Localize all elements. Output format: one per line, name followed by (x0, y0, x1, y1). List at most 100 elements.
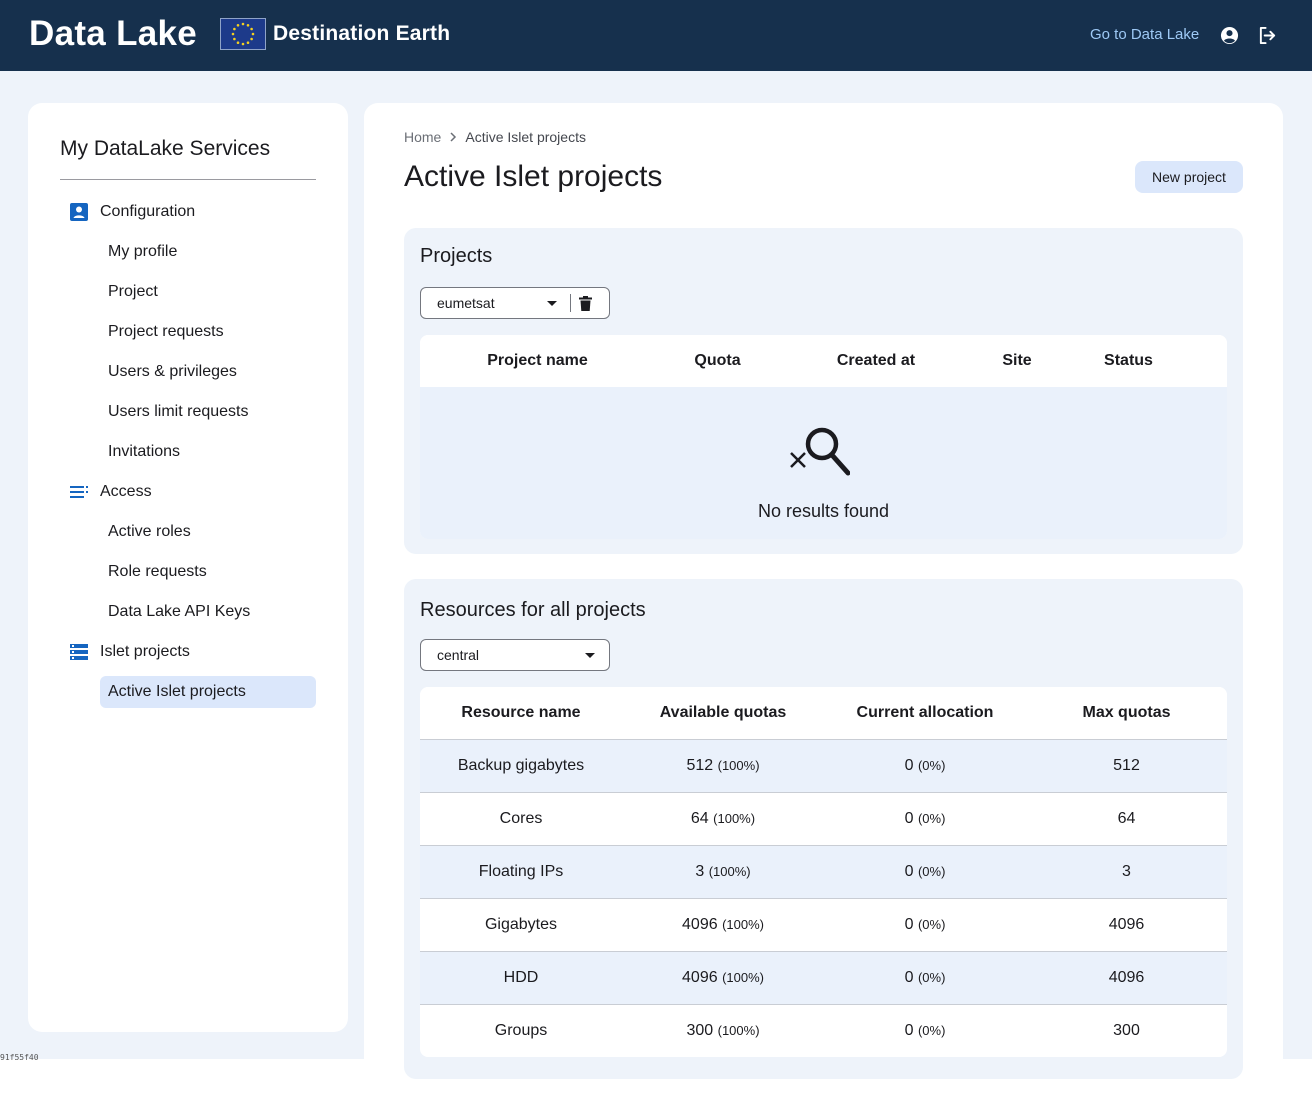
account-box-icon (68, 201, 90, 223)
resource-rows: Backup gigabytes 512 (100%) 0 (0%) 512 Cores… (420, 739, 1227, 1057)
projects-table: Project name Quota Created at Site Statu… (420, 335, 1227, 539)
resources-title: Resources for all projects (420, 599, 646, 621)
nav-group-label: Configuration (100, 203, 196, 220)
current-value: 0 (904, 916, 914, 933)
resource-name-cell: Backup gigabytes (420, 757, 622, 775)
resources-table: Resource name Available quotas Current a… (420, 687, 1227, 1057)
nav-group-label: Access (100, 483, 152, 500)
table-row: Gigabytes 4096 (100%) 0 (0%) 4096 (420, 898, 1227, 951)
col-current-allocation[interactable]: Current allocation (824, 704, 1026, 722)
resource-site-select[interactable]: central (420, 639, 610, 671)
new-project-button[interactable]: New project (1135, 161, 1243, 193)
trash-icon[interactable] (579, 295, 592, 311)
current-cell: 0 (0%) (824, 969, 1026, 987)
breadcrumb-home[interactable]: Home (404, 129, 441, 145)
sidebar-item-active-roles[interactable]: Active roles (100, 516, 316, 548)
col-available-quotas[interactable]: Available quotas (622, 704, 824, 722)
col-max-quotas[interactable]: Max quotas (1026, 704, 1227, 722)
table-list-icon (68, 641, 90, 663)
table-row: Cores 64 (100%) 0 (0%) 64 (420, 792, 1227, 845)
available-value: 3 (695, 863, 705, 880)
max-cell: 4096 (1026, 916, 1227, 934)
max-value: 512 (1113, 757, 1140, 774)
table-row: HDD 4096 (100%) 0 (0%) 4096 (420, 951, 1227, 1004)
max-value: 4096 (1108, 969, 1145, 986)
sidebar-item-active-islet-projects[interactable]: Active Islet projects (100, 676, 316, 708)
max-cell: 512 (1026, 757, 1227, 775)
available-value: 4096 (682, 916, 718, 933)
nav-group-access[interactable]: Access (68, 481, 152, 503)
current-percent: (0%) (917, 811, 946, 826)
available-percent: (100%) (722, 917, 764, 932)
brand-title[interactable]: Data Lake (29, 14, 197, 54)
col-project-name[interactable]: Project name (420, 352, 655, 370)
resource-name-cell: Groups (420, 1022, 622, 1040)
sidebar-item-role-requests[interactable]: Role requests (100, 556, 316, 588)
select-divider (570, 294, 571, 312)
resource-name: HDD (503, 969, 539, 986)
select-value: eumetsat (437, 295, 495, 311)
sidebar-item-project-requests[interactable]: Project requests (100, 316, 316, 348)
available-value: 4096 (682, 969, 718, 986)
nav-group-label: Islet projects (100, 643, 190, 660)
col-created-at[interactable]: Created at (780, 352, 972, 370)
logout-icon[interactable] (1257, 25, 1277, 45)
breadcrumb-current: Active Islet projects (465, 129, 586, 145)
available-percent: (100%) (717, 1023, 760, 1038)
available-cell: 64 (100%) (622, 810, 824, 828)
sidebar-item-users-privileges[interactable]: Users & privileges (100, 356, 316, 388)
col-status[interactable]: Status (1062, 352, 1195, 370)
resource-name-cell: Gigabytes (420, 916, 622, 934)
list-icon (68, 481, 90, 503)
build-id: 91f55f40 (0, 1053, 39, 1062)
current-value: 0 (904, 810, 914, 827)
available-value: 64 (690, 810, 709, 827)
current-value: 0 (904, 1022, 914, 1039)
current-percent: (0%) (917, 917, 946, 932)
caret-down-icon (547, 300, 557, 306)
sidebar-item-users-limit-requests[interactable]: Users limit requests (100, 396, 316, 428)
sidebar: My DataLake Services Configuration My pr… (28, 103, 348, 1032)
table-row: Backup gigabytes 512 (100%) 0 (0%) 512 (420, 739, 1227, 792)
chevron-right-icon (449, 132, 457, 142)
available-percent: (100%) (722, 970, 764, 985)
max-value: 64 (1117, 810, 1136, 827)
sidebar-item-invitations[interactable]: Invitations (100, 436, 316, 468)
logo-text: Destination Earth (273, 22, 451, 45)
sidebar-divider (60, 179, 316, 180)
col-resource-name[interactable]: Resource name (420, 704, 622, 722)
current-value: 0 (904, 757, 914, 774)
col-quota[interactable]: Quota (655, 352, 780, 370)
go-to-data-lake-link[interactable]: Go to Data Lake (1090, 26, 1199, 43)
current-cell: 0 (0%) (824, 810, 1026, 828)
current-percent: (0%) (917, 970, 946, 985)
sidebar-item-project[interactable]: Project (100, 276, 316, 308)
resource-name-cell: HDD (420, 969, 622, 987)
resource-name-cell: Floating IPs (420, 863, 622, 881)
max-cell: 4096 (1026, 969, 1227, 987)
available-cell: 4096 (100%) (622, 969, 824, 987)
resources-card: Resources for all projects central Resou… (404, 579, 1243, 1079)
available-percent: (100%) (717, 758, 760, 773)
nav-group-configuration[interactable]: Configuration (68, 201, 195, 223)
max-cell: 3 (1026, 863, 1227, 881)
table-header: Project name Quota Created at Site Statu… (420, 335, 1227, 387)
resource-name: Backup gigabytes (457, 757, 585, 774)
destination-earth-logo[interactable]: Destination Earth (220, 18, 450, 50)
col-site[interactable]: Site (972, 352, 1062, 370)
current-value: 0 (904, 969, 914, 986)
sidebar-item-api-keys[interactable]: Data Lake API Keys (100, 596, 316, 628)
available-value: 300 (686, 1022, 714, 1039)
resource-name: Groups (494, 1022, 548, 1039)
account-icon[interactable] (1219, 25, 1239, 45)
project-site-select[interactable]: eumetsat (420, 287, 610, 319)
current-percent: (0%) (917, 1023, 946, 1038)
resource-name-cell: Cores (420, 810, 622, 828)
current-cell: 0 (0%) (824, 1022, 1026, 1040)
sidebar-item-my-profile[interactable]: My profile (100, 236, 316, 268)
available-value: 512 (686, 757, 714, 774)
table-row: Groups 300 (100%) 0 (0%) 300 (420, 1004, 1227, 1057)
nav-group-islet-projects[interactable]: Islet projects (68, 641, 190, 663)
search-off-icon (788, 423, 851, 484)
top-bar: Data Lake Destination Earth Go to Data L… (0, 0, 1312, 71)
